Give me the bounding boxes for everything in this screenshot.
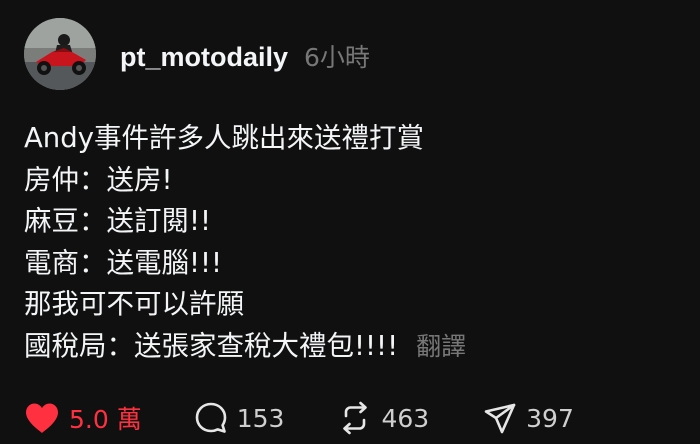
like-button[interactable]: 5.0 萬: [24, 400, 142, 436]
post-line: 那我可不可以許願: [24, 288, 244, 320]
post-line: 房仲：送房!: [24, 163, 173, 196]
repost-button[interactable]: 463: [338, 401, 429, 435]
paper-plane-icon: [484, 403, 516, 434]
thread-post: pt_motodaily 6小時 Andy事件許多人跳出來送禮打賞 房仲：送房!…: [0, 0, 700, 444]
post-line-last: 國稅局：送張家查稅大禮包!!!! 翻譯: [24, 326, 684, 368]
post-line: 國稅局：送張家查稅大禮包!!!!: [24, 329, 399, 362]
share-button[interactable]: 397: [483, 401, 574, 435]
action-bar: 5.0 萬 153 463 397: [24, 398, 574, 438]
repost-arrows-icon: [343, 401, 368, 435]
post-body: Andy事件許多人跳出來送禮打賞 房仲：送房! 麻豆：送訂閱!! 電商：送電腦!…: [24, 118, 684, 367]
share-count: 397: [526, 403, 574, 433]
repost-count: 463: [381, 403, 430, 433]
comment-count: 153: [236, 403, 285, 433]
post-line: Andy事件許多人跳出來送禮打賞: [24, 122, 424, 154]
speech-bubble-icon: [195, 402, 227, 433]
post-time: 6小時: [304, 43, 370, 72]
comment-button[interactable]: 153: [194, 401, 285, 435]
translate-link[interactable]: 翻譯: [416, 332, 466, 361]
motorcycle-photo-icon: [24, 18, 96, 90]
post-header: pt_motodaily 6小時: [120, 38, 370, 74]
username[interactable]: pt_motodaily: [120, 42, 288, 73]
avatar[interactable]: [24, 18, 96, 90]
like-count: 5.0 萬: [69, 405, 142, 434]
post-line: 電商：送電腦!!!: [24, 246, 223, 279]
heart-filled-icon: [26, 403, 58, 433]
post-line: 麻豆：送訂閱!!: [24, 205, 212, 237]
